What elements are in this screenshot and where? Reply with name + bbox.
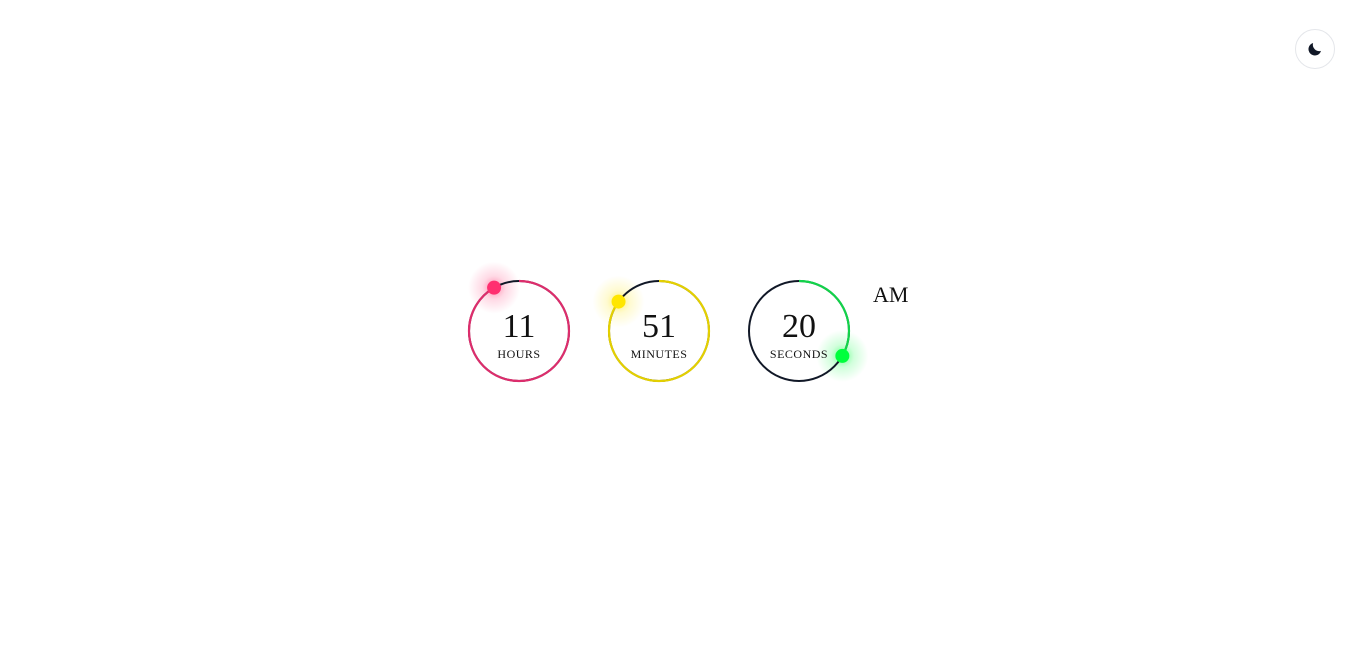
hours-label: HOURS — [497, 347, 541, 361]
minutes-indicator-dot — [611, 294, 626, 309]
hours-indicator-dot — [487, 280, 502, 295]
hours-value: 11 — [502, 308, 536, 345]
seconds-dial: 20 SECONDS — [747, 279, 869, 383]
seconds-label: SECONDS — [769, 347, 829, 361]
meridiem-indicator: AM — [873, 282, 909, 307]
clock-page: 11 HOURS 51 MINUTES 20 SECONDS AM — [0, 0, 1366, 662]
seconds-value: 20 — [782, 308, 816, 345]
theme-toggle-button[interactable] — [1295, 29, 1335, 69]
minutes-dial: 51 MINUTES — [592, 275, 711, 383]
minutes-label: MINUTES — [630, 347, 688, 361]
moon-icon — [1306, 40, 1324, 58]
minutes-value: 51 — [642, 308, 676, 345]
hours-dial: 11 HOURS — [467, 261, 571, 383]
